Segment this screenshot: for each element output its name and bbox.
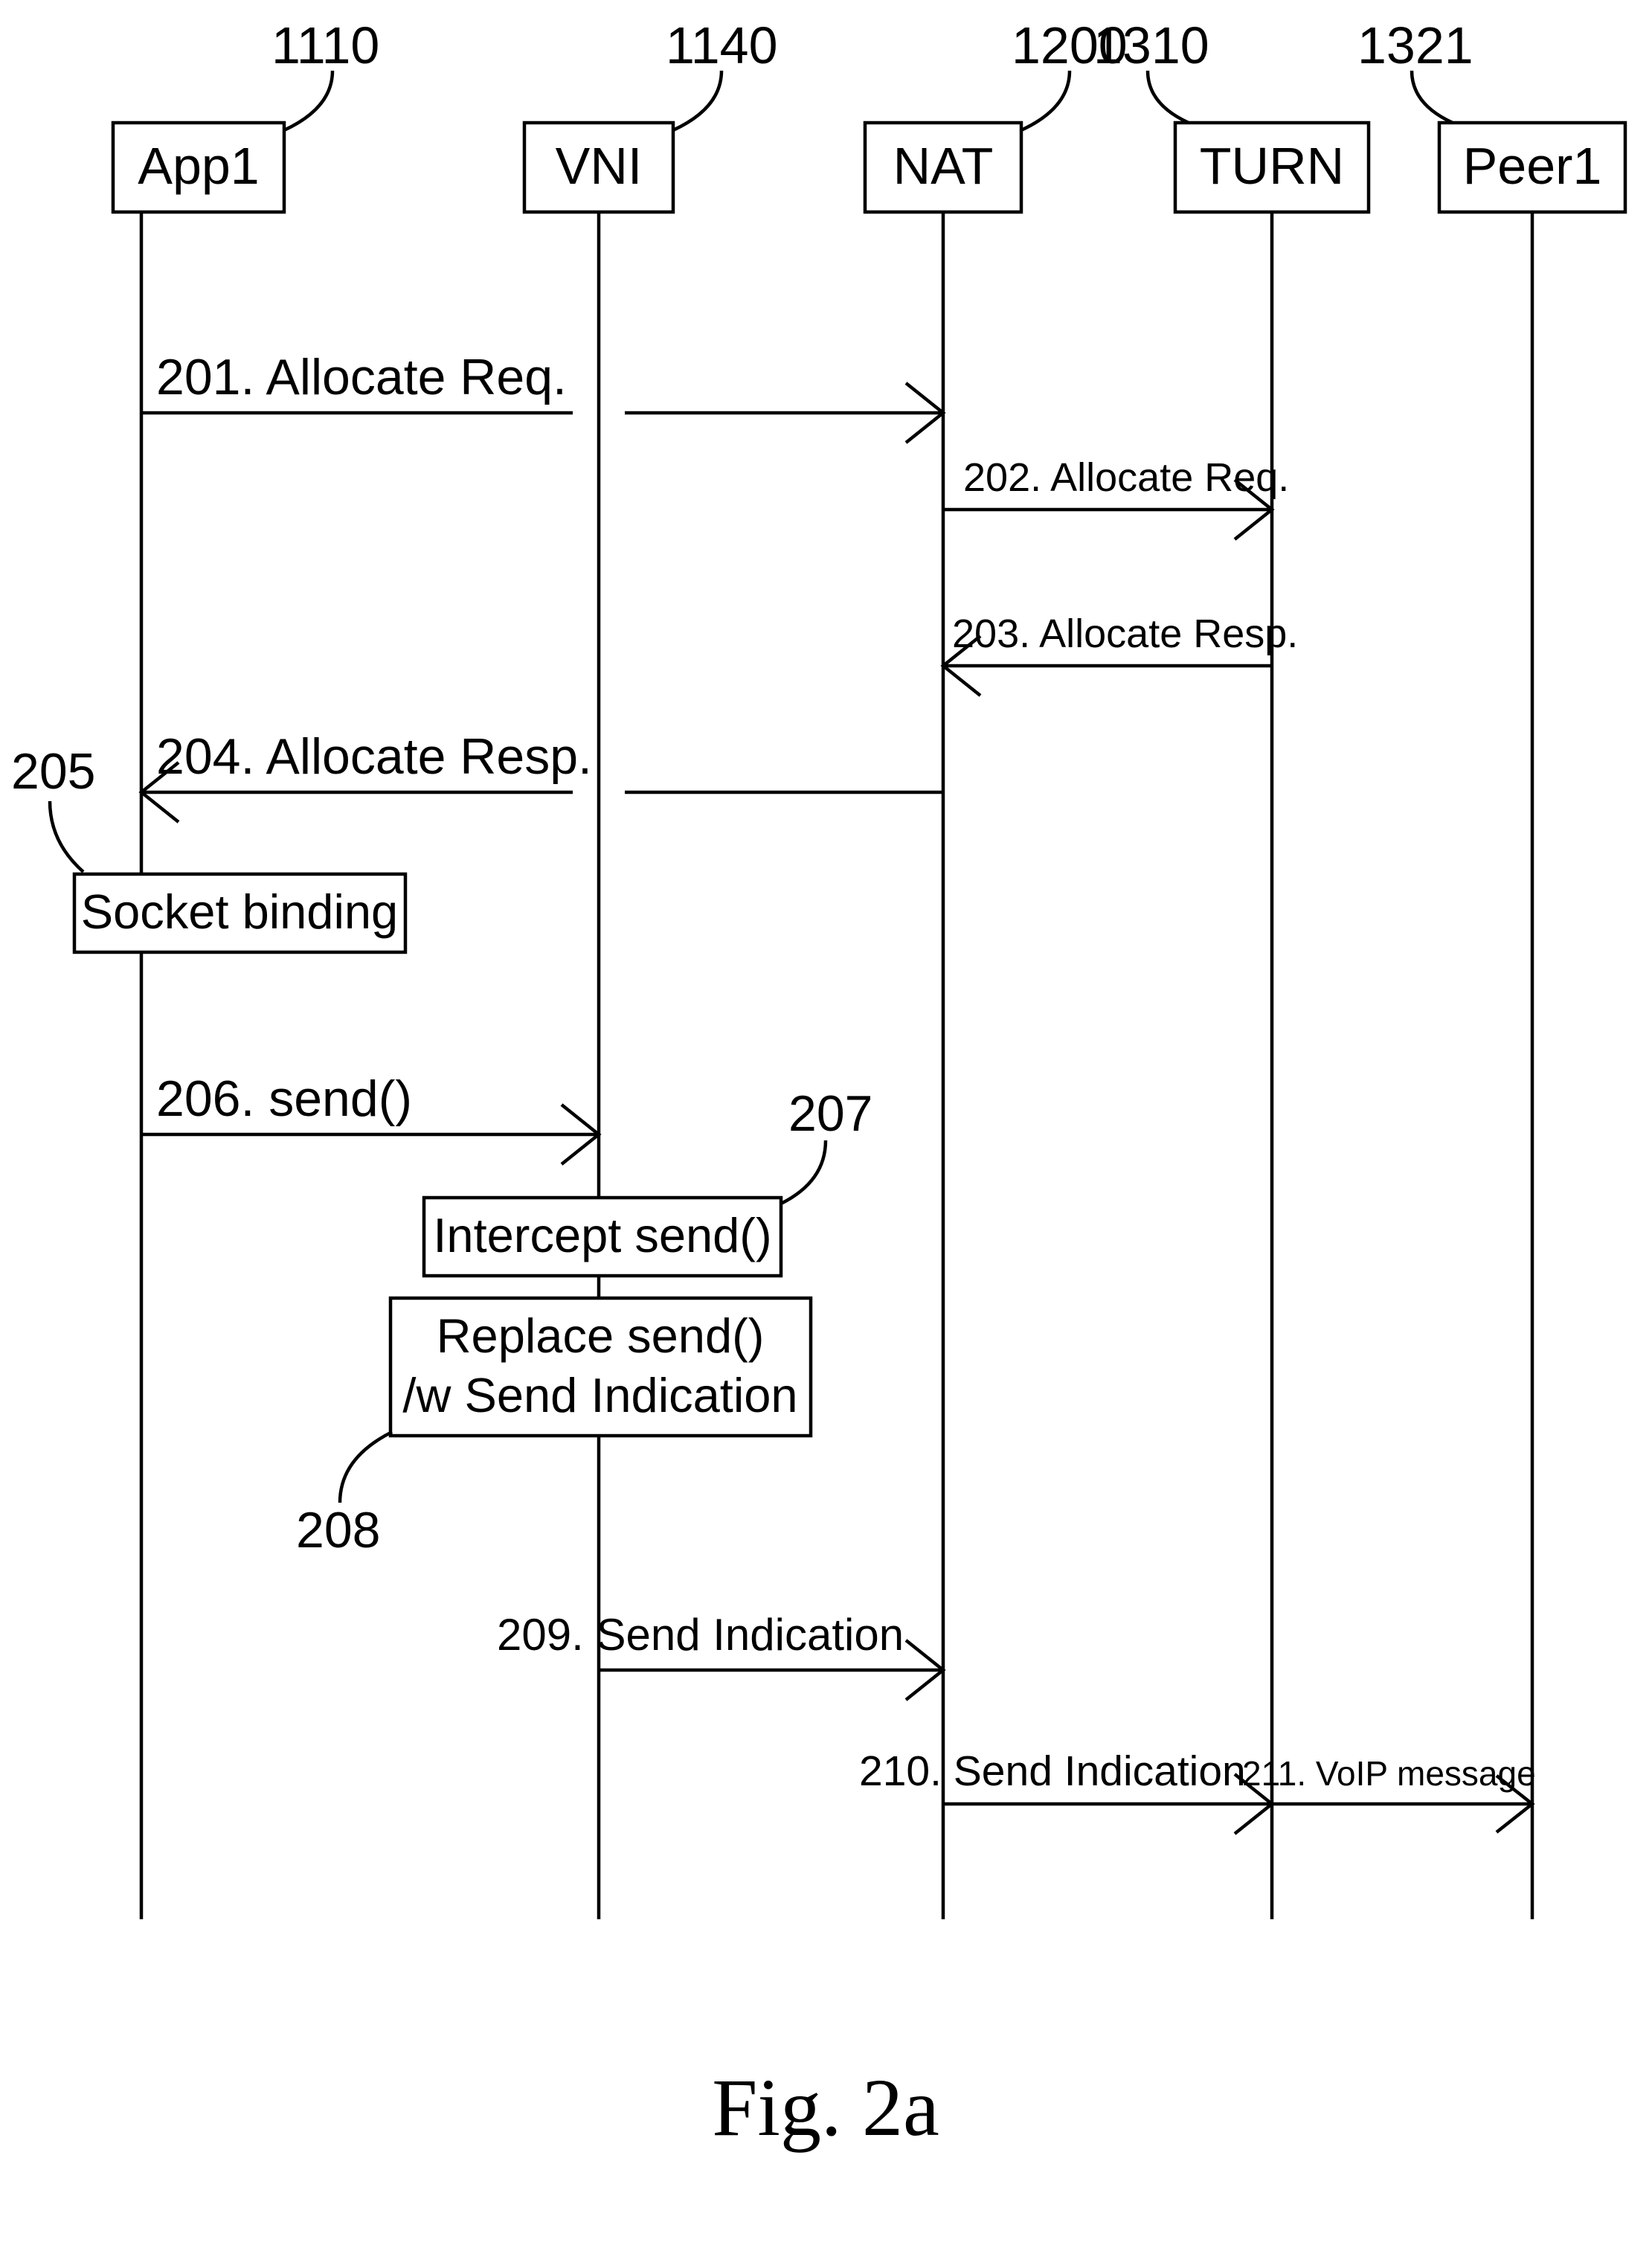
participant-turn: TURN 1310 [1093,16,1369,212]
message-211-label: 211. VoIP message [1242,1754,1536,1793]
message-204: 204. Allocate Resp. [141,728,943,822]
message-202-label: 202. Allocate Req. [963,455,1289,500]
message-201-label: 201. Allocate Req. [156,349,567,405]
message-202: 202. Allocate Req. [943,455,1289,539]
participant-peer1-label: Peer1 [1463,137,1602,195]
message-206-label: 206. send() [156,1070,412,1127]
participant-nat: NAT 1200 [865,16,1128,212]
participant-app1-label: App1 [138,137,259,195]
self-action-207: Intercept send() 207 [424,1085,872,1276]
self-action-208: Replace send() /w Send Indication 208 [296,1298,811,1558]
participant-app1: App1 1110 [113,16,379,212]
participant-vni-ref: 1140 [666,16,778,74]
participant-turn-label: TURN [1200,137,1344,195]
self-action-205-label: Socket binding [81,884,398,939]
figure-caption: Fig. 2a [712,2062,939,2153]
participant-vni-label: VNI [556,137,643,195]
participant-nat-label: NAT [893,137,994,195]
message-209-label: 209. Send Indication [497,1610,904,1660]
participant-peer1-ref: 1321 [1357,16,1473,74]
self-action-207-label: Intercept send() [433,1208,771,1262]
self-action-208-label-line1: Replace send() [437,1309,765,1363]
self-action-208-ref: 208 [296,1502,380,1558]
message-201: 201. Allocate Req. [141,349,943,443]
message-203-label: 203. Allocate Resp. [952,611,1298,656]
participant-turn-ref: 1310 [1093,16,1209,74]
self-action-205-ref: 205 [11,743,95,800]
participant-app1-ref: 1110 [271,16,379,74]
message-203: 203. Allocate Resp. [943,611,1298,696]
participant-vni: VNI 1140 [524,16,778,212]
message-211: 211. VoIP message [1242,1754,1536,1832]
self-action-207-ref: 207 [788,1085,872,1142]
message-210: 210. Send Indication [859,1747,1272,1834]
participant-peer1: Peer1 1321 [1357,16,1625,212]
message-204-label: 204. Allocate Resp. [156,728,592,785]
self-action-208-label-line2: /w Send Indication [402,1368,797,1422]
message-206: 206. send() [141,1070,599,1164]
message-209: 209. Send Indication [497,1610,943,1700]
message-210-label: 210. Send Indication [859,1747,1246,1795]
